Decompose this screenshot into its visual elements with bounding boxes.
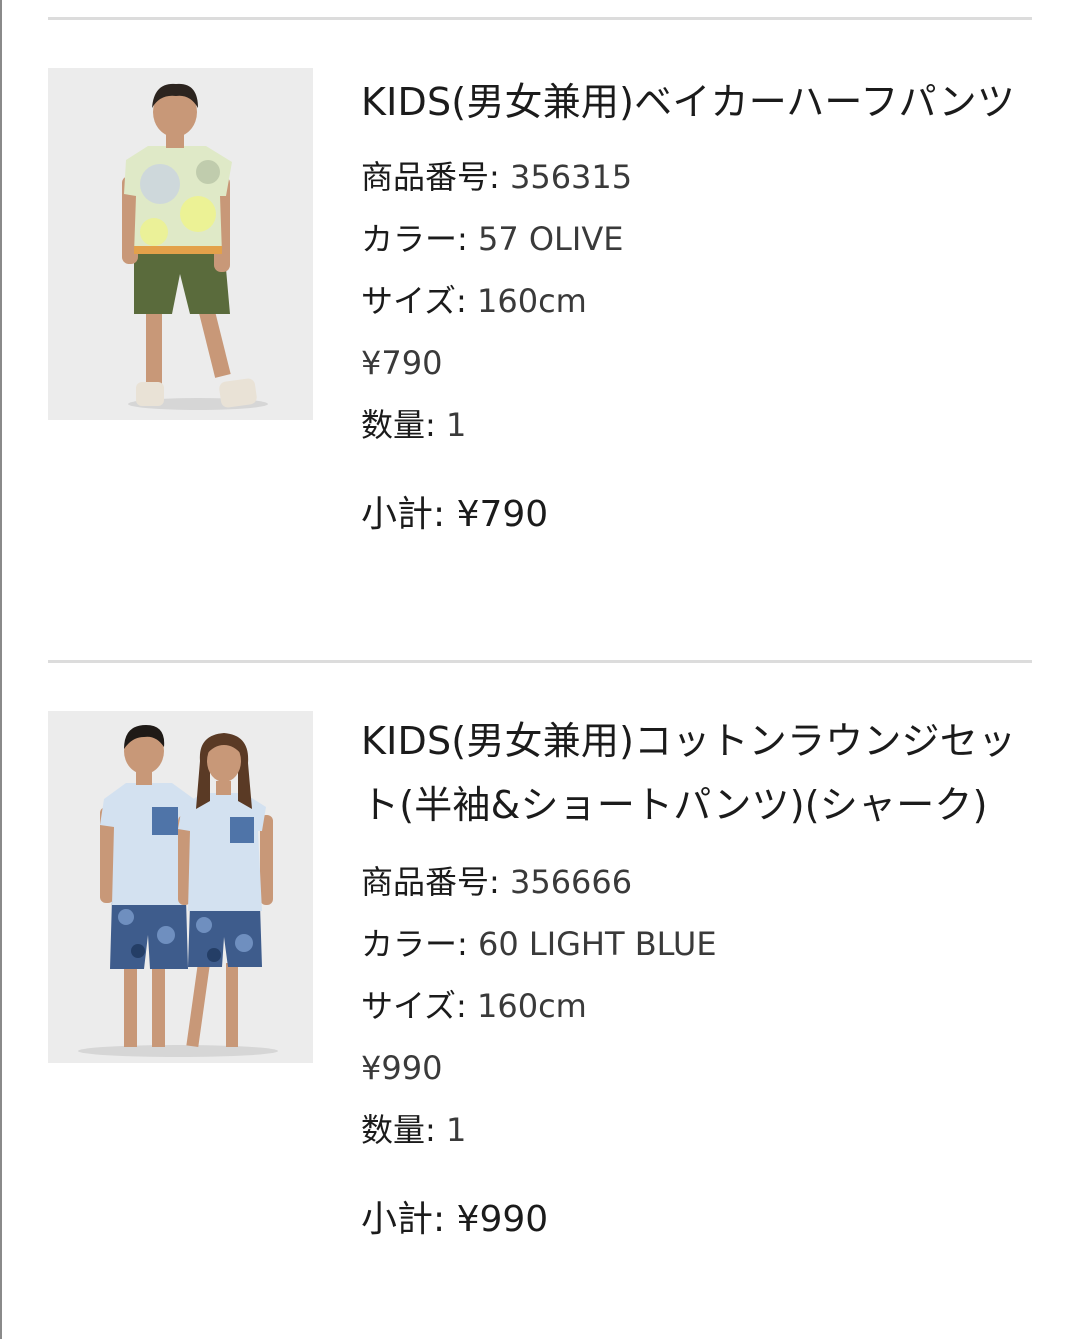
product-info: KIDS(男女兼用)ベイカーハーフパンツ 商品番号: 356315 カラー: 5… (361, 68, 1021, 546)
product-number-label: 商品番号 (361, 158, 490, 196)
quantity-value: 1 (445, 1111, 467, 1149)
left-edge-border (0, 0, 2, 1339)
color-label: カラー (361, 925, 458, 963)
product-number-row: 商品番号: 356666 (361, 863, 633, 901)
subtotal-row: 小計: ¥790 (361, 494, 549, 535)
item-divider (48, 660, 1032, 663)
price-row: ¥790 (361, 332, 1021, 394)
quantity-row: 数量: 1 (361, 406, 467, 444)
subtotal-row: 小計: ¥990 (361, 1199, 549, 1240)
color-row: カラー: 60 LIGHT BLUE (361, 925, 717, 963)
price-value: ¥790 (361, 344, 443, 382)
product-number-value: 356315 (509, 158, 633, 196)
product-number-row: 商品番号: 356315 (361, 158, 633, 196)
size-row: サイズ: 160cm (361, 987, 587, 1025)
quantity-label: 数量 (361, 406, 426, 444)
quantity-label: 数量 (361, 1111, 426, 1149)
product-photo-boy-shorts (48, 68, 313, 420)
subtotal-label: 小計 (361, 494, 434, 535)
size-value: 160cm (477, 987, 587, 1025)
product-number-label: 商品番号 (361, 863, 490, 901)
color-label: カラー (361, 220, 458, 258)
price-row: ¥990 (361, 1037, 1021, 1099)
price-value: ¥990 (361, 1049, 443, 1087)
product-image[interactable] (48, 68, 313, 420)
product-number-value: 356666 (509, 863, 633, 901)
item-divider (48, 17, 1032, 20)
subtotal-value: ¥990 (456, 1199, 549, 1240)
product-photo-kids-lounge-set (48, 711, 313, 1063)
product-name[interactable]: KIDS(男女兼用)ベイカーハーフパンツ (361, 70, 1021, 134)
size-label: サイズ (361, 282, 457, 320)
product-info: KIDS(男女兼用)コットンラウンジセット(半袖&ショートパンツ)(シャーク) … (361, 711, 1021, 1251)
quantity-value: 1 (445, 406, 467, 444)
size-label: サイズ (361, 987, 457, 1025)
product-name[interactable]: KIDS(男女兼用)コットンラウンジセット(半袖&ショートパンツ)(シャーク) (361, 709, 1021, 837)
color-value: 60 LIGHT BLUE (477, 925, 717, 963)
size-value: 160cm (477, 282, 587, 320)
quantity-row: 数量: 1 (361, 1111, 467, 1149)
subtotal-value: ¥790 (456, 494, 549, 535)
color-value: 57 OLIVE (477, 220, 624, 258)
color-row: カラー: 57 OLIVE (361, 220, 624, 258)
product-image[interactable] (48, 711, 313, 1063)
size-row: サイズ: 160cm (361, 282, 587, 320)
subtotal-label: 小計 (361, 1199, 434, 1240)
